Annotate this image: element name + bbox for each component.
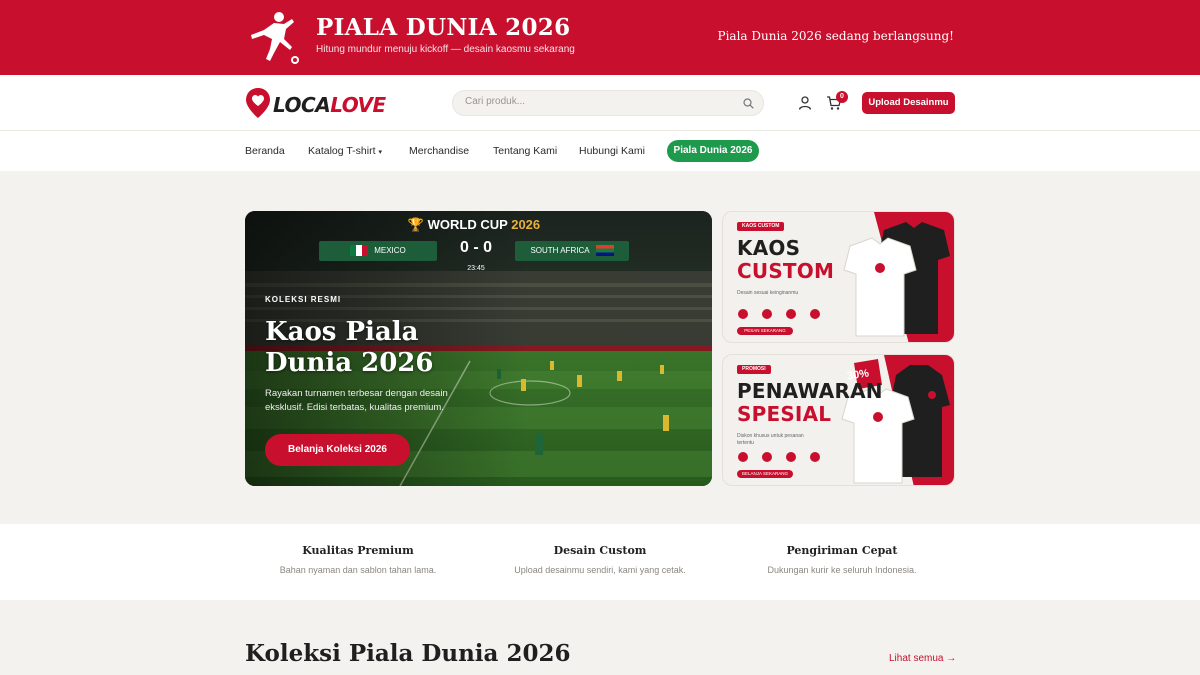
nav-item-hubungi[interactable]: Hubungi Kami [579, 145, 645, 157]
live-status-text: Piala Dunia 2026 sedang berlangsung! [717, 29, 954, 43]
feature-text: Bahan nyaman dan sablon tahan lama. [279, 565, 437, 575]
feature-title: Kualitas Premium [302, 544, 414, 557]
scoreboard-year: 2026 [511, 217, 541, 232]
feature-custom: Desain Custom Upload desainmu sendiri, k… [475, 544, 725, 575]
hero-heading: Kaos Piala Dunia 2026 [265, 317, 434, 378]
feature-text: Upload desainmu sendiri, kami yang cetak… [514, 565, 686, 575]
feature-text: Dukungan kurir ke seluruh Indonesia. [767, 565, 917, 575]
card-heading-line2: SPESIAL [737, 402, 832, 426]
card-button[interactable]: PESAN SEKARANG [737, 327, 793, 335]
card-heading-line1: PENAWARAN [737, 379, 883, 403]
team-home: MEXICO [319, 241, 437, 261]
mexico-flag-icon [350, 245, 369, 257]
search-bar [452, 90, 764, 116]
scoreboard-title-text: WORLD CUP [427, 217, 508, 232]
hero-eyebrow: KOLEKSI RESMI [265, 295, 342, 304]
search-input[interactable] [465, 96, 735, 107]
nav-item-beranda[interactable]: Beranda [245, 145, 285, 157]
nav-item-tentang[interactable]: Tentang Kami [493, 145, 557, 157]
features-strip: Kualitas Premium Bahan nyaman dan sablon… [0, 524, 1200, 600]
hero-banner: 🏆 WORLD CUP 2026 MEXICO 0 - 0 SOUTH AFRI… [245, 211, 712, 486]
user-icon[interactable] [797, 95, 813, 111]
brand-wordmark: LOCALOVE [273, 93, 386, 117]
search-icon[interactable] [743, 98, 754, 109]
location-pin-icon [246, 88, 270, 118]
nav-item-merchandise[interactable]: Merchandise [409, 145, 469, 157]
nav-item-katalog-label: Katalog T-shirt [308, 145, 376, 157]
see-all-link[interactable]: Lihat semua → [889, 653, 956, 664]
team-away-name: SOUTH AFRICA [530, 246, 590, 255]
score: 0 - 0 [459, 239, 492, 256]
scoreboard-title: 🏆 WORLD CUP 2026 [319, 217, 629, 233]
card-heading: KAOS CUSTOM [737, 237, 834, 283]
feature-dots-icon [738, 309, 820, 319]
nav-item-katalog[interactable]: Katalog T-shirt ▾ [308, 145, 382, 157]
feature-title: Desain Custom [553, 544, 647, 557]
trophy-icon: 🏆 [407, 217, 425, 232]
banner-title: PIALA DUNIA 2026 [316, 14, 571, 41]
tshirt-illustration [843, 212, 954, 342]
card-button[interactable]: BELANJA SEKARANG [737, 470, 793, 478]
card-subtext: Diskon khusus untuk pesanan tertentu [737, 433, 804, 446]
main-nav: Beranda Katalog T-shirt ▾ Merchandise Te… [0, 131, 1200, 171]
shop-collection-button[interactable]: Belanja Koleksi 2026 [265, 434, 410, 466]
card-heading: PENAWARAN SPESIAL [737, 380, 883, 426]
team-home-name: MEXICO [374, 246, 406, 255]
feature-title: Pengiriman Cepat [786, 544, 898, 557]
feature-dots-icon [738, 452, 820, 462]
promo-card-special[interactable]: 30% PROMOSI PENAWARAN SPESIAL Diskon khu… [722, 354, 955, 486]
banner-subtitle: Hitung mundur menuju kickoff — desain ka… [316, 44, 575, 55]
cart-count-badge: 0 [836, 91, 848, 103]
brand-logo[interactable]: LOCALOVE [245, 87, 420, 119]
brand-word-loca: LOCA [273, 93, 331, 117]
chevron-down-icon: ▾ [378, 149, 382, 156]
football-player-icon [251, 12, 299, 64]
card-tag: KAOS CUSTOM [737, 222, 785, 231]
collection-title: Koleksi Piala Dunia 2026 [245, 640, 571, 667]
promo-card-custom[interactable]: KAOS CUSTOM KAOS CUSTOM Desain sesuai ke… [722, 211, 955, 343]
upload-design-button[interactable]: Upload Desainmu [862, 92, 955, 114]
top-banner: PIALA DUNIA 2026 Hitung mundur menuju ki… [0, 0, 1200, 75]
nav-item-piala-dunia[interactable]: Piala Dunia 2026 [667, 140, 759, 162]
scoreboard: 🏆 WORLD CUP 2026 MEXICO 0 - 0 SOUTH AFRI… [319, 215, 629, 281]
match-time: 23:45 [467, 265, 485, 272]
card-heading-line2: CUSTOM [737, 259, 835, 283]
site-header: LOCALOVE 0 Upload Desainmu [0, 75, 1200, 131]
card-tag: PROMOSI [737, 365, 771, 374]
team-away: SOUTH AFRICA [515, 241, 629, 261]
feature-shipping: Pengiriman Cepat Dukungan kurir ke selur… [717, 544, 967, 575]
south-africa-flag-icon [595, 245, 614, 257]
brand-word-love: LOVE [330, 93, 386, 117]
card-heading-line1: KAOS [737, 236, 801, 260]
hero-description: Rayakan turnamen terbesar dengan desain … [265, 388, 448, 413]
card-subtext: Desain sesuai keinginanmu [737, 290, 799, 296]
feature-quality: Kualitas Premium Bahan nyaman dan sablon… [233, 544, 483, 575]
